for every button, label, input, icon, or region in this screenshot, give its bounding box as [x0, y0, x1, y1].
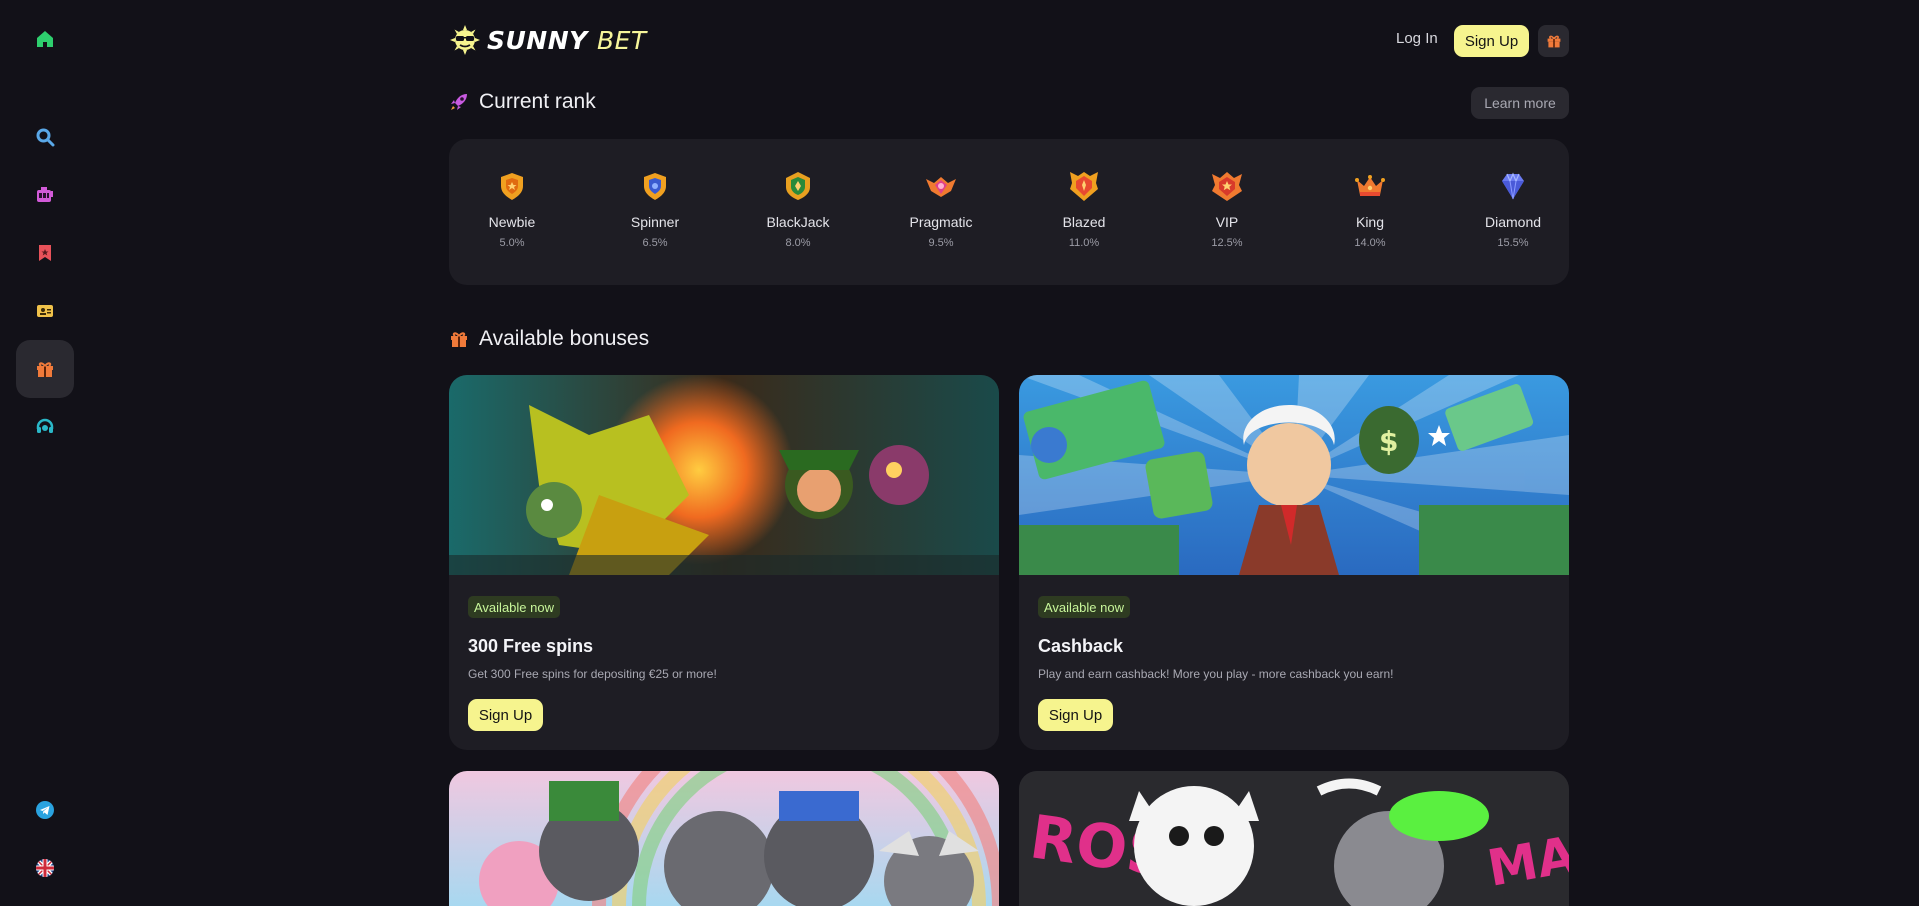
bonus-card-body: Available now Cashback Play and earn cas…	[1019, 575, 1569, 750]
rank-percent: 11.0%	[1068, 237, 1100, 249]
rank-percent: 5.0%	[499, 237, 525, 249]
rank-percent: 6.5%	[642, 237, 668, 249]
sidebar-item-search[interactable]	[16, 108, 74, 166]
rank-item-pragmatic: Pragmatic 9.5%	[881, 139, 1001, 249]
bonus-signup-button[interactable]: Sign Up	[1038, 699, 1113, 731]
bonus-description: Play and earn cashback! More you play - …	[1038, 667, 1394, 681]
svg-text:$: $	[1379, 425, 1398, 458]
rank-name: VIP	[1215, 214, 1239, 230]
gift-icon	[1547, 35, 1560, 48]
rank-percent: 12.5%	[1211, 237, 1243, 249]
raccoon-banner-image	[449, 771, 999, 906]
rank-section-title: Current rank	[479, 90, 596, 113]
support-icon	[36, 418, 54, 433]
brand-name: SUNNY BET	[487, 25, 647, 55]
sidebar	[0, 0, 90, 906]
gift-icon	[451, 332, 467, 347]
learn-more-button[interactable]: Learn more	[1471, 87, 1569, 119]
availability-badge: Available now	[468, 596, 560, 618]
rank-section-header: Current rank	[449, 90, 596, 114]
login-link[interactable]: Log In	[1396, 30, 1438, 47]
newbie-rank-icon	[501, 173, 523, 200]
rank-item-king: King 14.0%	[1310, 139, 1430, 249]
rank-name: Diamond	[1484, 214, 1542, 230]
bonus-section-title: Available bonuses	[479, 327, 650, 350]
sidebar-item-slots[interactable]	[16, 166, 74, 224]
rocket-icon	[451, 94, 467, 110]
sun-glasses-logo-icon	[450, 25, 480, 55]
diamond-rank-icon	[1502, 172, 1524, 200]
availability-badge: Available now	[1038, 596, 1130, 618]
bonus-title: 300 Free spins	[468, 636, 594, 656]
rank-percent: 14.0%	[1354, 237, 1386, 249]
cashback-banner-image: $	[1019, 375, 1569, 575]
rank-percent: 15.5%	[1497, 237, 1529, 249]
rank-item-diamond: Diamond 15.5%	[1453, 139, 1573, 249]
rank-name: Blazed	[1062, 214, 1106, 230]
sidebar-item-bookmarks[interactable]	[16, 224, 74, 282]
sidebar-item-telegram[interactable]	[16, 781, 74, 839]
top-bar: SUNNY BET Log In Sign Up	[449, 0, 1569, 82]
blackjack-rank-icon	[786, 172, 810, 200]
rank-panel: Newbie 5.0% Spinner 6.5% BlackJack 8.0% …	[449, 139, 1569, 285]
bookmark-icon	[39, 245, 51, 261]
slots-icon	[37, 187, 53, 202]
crown-rank-icon	[1355, 175, 1385, 196]
bonus-card-free-spins[interactable]: Available now 300 Free spins Get 300 Fre…	[449, 375, 999, 750]
gift-button[interactable]	[1538, 25, 1569, 57]
sidebar-item-tickets[interactable]	[16, 282, 74, 340]
vip-rank-icon	[1212, 172, 1242, 201]
sidebar-item-home[interactable]	[16, 10, 74, 68]
ticket-icon	[37, 305, 53, 317]
blazed-rank-icon	[1070, 172, 1098, 201]
home-icon	[37, 31, 53, 47]
rank-name: Spinner	[630, 214, 680, 230]
search-icon	[36, 128, 55, 147]
bonus-card-cashback[interactable]: $ Available now Cashback Play and earn c…	[1019, 375, 1569, 750]
bonus-signup-button[interactable]: Sign Up	[468, 699, 543, 731]
bonus-card-body: Available now 300 Free spins Get 300 Fre…	[449, 575, 999, 750]
rank-percent: 9.5%	[928, 237, 954, 249]
signup-button[interactable]: Sign Up	[1454, 25, 1529, 57]
rank-item-spinner: Spinner 6.5%	[595, 139, 715, 249]
rank-item-vip: VIP 12.5%	[1167, 139, 1287, 249]
sidebar-item-support[interactable]	[16, 398, 74, 456]
bonus-description: Get 300 Free spins for depositing €25 or…	[468, 667, 717, 681]
free-spins-banner-image	[449, 375, 999, 575]
brand-logo[interactable]: SUNNY BET	[449, 24, 647, 56]
telegram-icon	[36, 801, 54, 819]
rank-item-blazed: Blazed 11.0%	[1024, 139, 1144, 249]
rank-item-blackjack: BlackJack 8.0%	[738, 139, 858, 249]
sidebar-item-language[interactable]	[16, 839, 74, 897]
pragmatic-rank-icon	[926, 177, 956, 197]
gift-icon	[37, 362, 53, 377]
bonus-card-partial-2[interactable]: ROS MA	[1019, 771, 1569, 906]
rank-percent: 8.0%	[785, 237, 811, 249]
uk-flag-icon	[36, 859, 54, 877]
rank-name: King	[1355, 214, 1385, 230]
bonus-title: Cashback	[1038, 636, 1124, 656]
bonus-card-partial-1[interactable]	[449, 771, 999, 906]
bonus-section-header: Available bonuses	[449, 327, 649, 351]
rank-name: Pragmatic	[909, 214, 973, 230]
spinner-rank-icon	[644, 173, 666, 200]
rank-item-newbie: Newbie 5.0%	[452, 139, 572, 249]
rank-name: BlackJack	[766, 214, 830, 230]
rank-name: Newbie	[488, 214, 536, 230]
sidebar-item-bonuses[interactable]	[16, 340, 74, 398]
cat-banner-image: ROS MA	[1019, 771, 1569, 906]
